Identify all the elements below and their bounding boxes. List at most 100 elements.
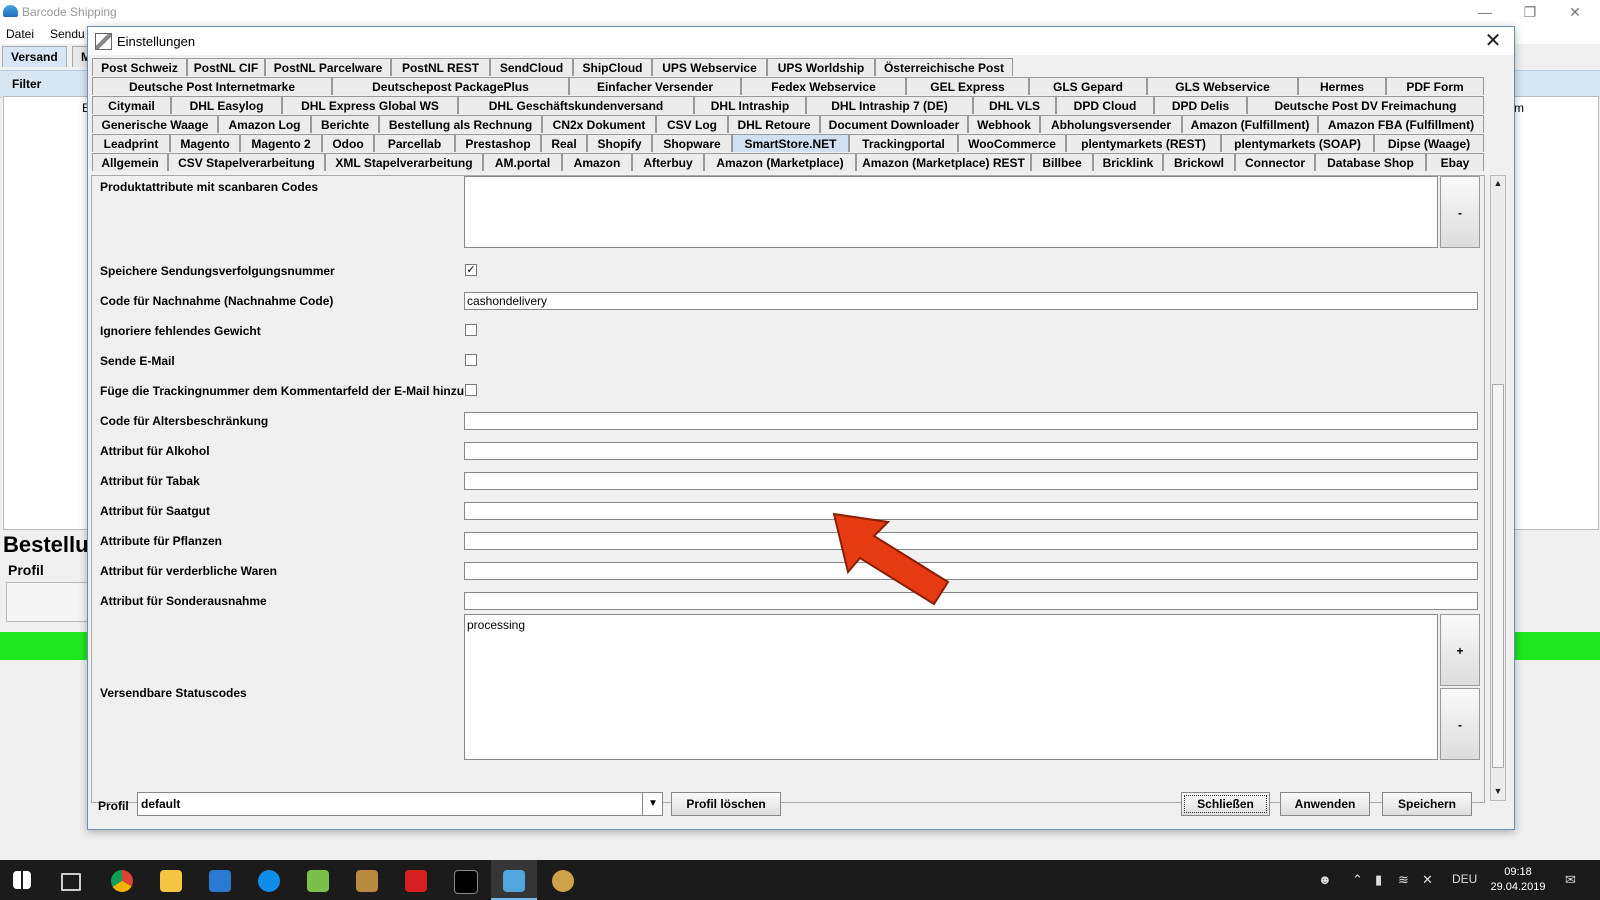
profil-loeschen-button[interactable]: Profil löschen (671, 792, 781, 816)
tab-hermes[interactable]: Hermes (1298, 77, 1386, 95)
tab-database-shop[interactable]: Database Shop (1315, 153, 1426, 171)
tab-oesterreichische-post[interactable]: Österreichische Post (875, 58, 1013, 76)
pflanzen-input[interactable] (464, 532, 1478, 550)
profil-select[interactable]: default ▼ (137, 792, 663, 816)
tab-dipse-waage[interactable]: Dipse (Waage) (1374, 134, 1484, 152)
wifi-icon[interactable]: ≋ (1398, 872, 1409, 888)
trackingnummer-kommentar-checkbox[interactable] (465, 384, 477, 396)
tab-bestellung-als-rechnung[interactable]: Bestellung als Rechnung (379, 115, 542, 133)
tab-dhl-intraship-7[interactable]: DHL Intraship 7 (DE) (806, 96, 973, 114)
tab-odoo[interactable]: Odoo (322, 134, 374, 152)
tab-ups-worldship[interactable]: UPS Worldship (767, 58, 875, 76)
tab-amazon-fulfillment[interactable]: Amazon (Fulfillment) (1182, 115, 1318, 133)
nachnahme-code-input[interactable]: cashondelivery (464, 292, 1478, 310)
menu-datei[interactable]: Datei (6, 27, 34, 41)
tab-dhl-express-global-ws[interactable]: DHL Express Global WS (282, 96, 458, 114)
tab-trackingportal[interactable]: Trackingportal (849, 134, 958, 152)
tab-billbee[interactable]: Billbee (1031, 153, 1093, 171)
tab-plentymarkets-rest[interactable]: plentymarkets (REST) (1066, 134, 1221, 152)
statuscodes-list[interactable]: processing (464, 614, 1438, 760)
tab-leadprint[interactable]: Leadprint (92, 134, 170, 152)
app-tab-versand[interactable]: Versand (2, 46, 67, 67)
tab-sendcloud[interactable]: SendCloud (490, 58, 573, 76)
altersbeschraenkung-input[interactable] (464, 412, 1478, 430)
tab-einfacher-versender[interactable]: Einfacher Versender (569, 77, 741, 95)
tab-xml-stapelverarbeitung[interactable]: XML Stapelverarbeitung (325, 153, 483, 171)
tab-allgemein[interactable]: Allgemein (92, 153, 168, 171)
settings-scrollbar[interactable]: ▲ ▼ (1490, 175, 1506, 801)
tab-shopware[interactable]: Shopware (652, 134, 732, 152)
language-indicator[interactable]: DEU (1452, 872, 1477, 886)
tab-postnl-rest[interactable]: PostNL REST (391, 58, 490, 76)
tab-berichte[interactable]: Berichte (311, 115, 379, 133)
task-view-icon[interactable] (61, 873, 81, 891)
tab-parcellab[interactable]: Parcellab (374, 134, 455, 152)
anwenden-button[interactable]: Anwenden (1280, 792, 1370, 816)
tab-amazon-fba-fulfillment[interactable]: Amazon FBA (Fulfillment) (1318, 115, 1484, 133)
tab-post-schweiz[interactable]: Post Schweiz (92, 58, 187, 76)
tabak-input[interactable] (464, 472, 1478, 490)
tab-dpd-cloud[interactable]: DPD Cloud (1056, 96, 1154, 114)
tab-fedex-webservice[interactable]: Fedex Webservice (741, 77, 906, 95)
file-explorer-icon[interactable] (160, 870, 182, 892)
tab-deutsche-post-dv-freimachung[interactable]: Deutsche Post DV Freimachung (1247, 96, 1484, 114)
tab-dhl-easylog[interactable]: DHL Easylog (171, 96, 282, 114)
tab-citymail[interactable]: Citymail (92, 96, 171, 114)
paint-icon[interactable] (552, 870, 574, 892)
menu-sendungen[interactable]: Sendu (50, 27, 85, 41)
tab-deutsche-post-internetmarke[interactable]: Deutsche Post Internetmarke (92, 77, 332, 95)
tab-gls-webservice[interactable]: GLS Webservice (1147, 77, 1298, 95)
tab-abholungsversender[interactable]: Abholungsversender (1040, 115, 1182, 133)
tab-am-portal[interactable]: AM.portal (483, 153, 562, 171)
tab-shopify[interactable]: Shopify (587, 134, 652, 152)
produktattribute-list[interactable] (464, 176, 1438, 248)
speichere-sendungsverfolgung-checkbox[interactable]: ✓ (465, 264, 477, 276)
sonderausnahme-input[interactable] (464, 592, 1478, 610)
tab-real[interactable]: Real (541, 134, 587, 152)
ignoriere-gewicht-checkbox[interactable] (465, 324, 477, 336)
tab-shipcloud[interactable]: ShipCloud (573, 58, 652, 76)
scroll-up-icon[interactable]: ▲ (1493, 178, 1503, 188)
schliessen-button[interactable]: Schließen (1181, 792, 1270, 816)
tab-prestashop[interactable]: Prestashop (455, 134, 541, 152)
app-close-icon[interactable]: ✕ (1555, 2, 1595, 22)
chevron-up-icon[interactable]: ⌃ (1352, 872, 1363, 888)
volume-muted-icon[interactable]: ✕ (1422, 872, 1433, 888)
tab-connector[interactable]: Connector (1235, 153, 1315, 171)
tab-deutschepost-packageplus[interactable]: Deutschepost PackagePlus (332, 77, 569, 95)
tab-amazon-marketplace-rest[interactable]: Amazon (Marketplace) REST (856, 153, 1031, 171)
tab-postnl-parcelware[interactable]: PostNL Parcelware (265, 58, 391, 76)
tab-postnl-cif[interactable]: PostNL CIF (187, 58, 265, 76)
tab-ups-webservice[interactable]: UPS Webservice (652, 58, 767, 76)
teamviewer-icon[interactable] (258, 870, 280, 892)
notepad-icon[interactable] (307, 870, 329, 892)
tab-bricklink[interactable]: Bricklink (1093, 153, 1163, 171)
tab-generische-waage[interactable]: Generische Waage (92, 115, 218, 133)
tab-dhl-vls[interactable]: DHL VLS (973, 96, 1056, 114)
tab-cn2x-dokument[interactable]: CN2x Dokument (542, 115, 656, 133)
terminal-icon[interactable] (454, 870, 478, 894)
saatgut-input[interactable] (464, 502, 1478, 520)
tab-dhl-retoure[interactable]: DHL Retoure (728, 115, 820, 133)
battery-icon[interactable]: ▮ (1375, 872, 1382, 888)
remove-statuscode-button[interactable]: - (1440, 688, 1480, 760)
pdf-reader-icon[interactable] (405, 870, 427, 892)
close-icon[interactable]: ✕ (1480, 29, 1506, 53)
tab-amazon-marketplace[interactable]: Amazon (Marketplace) (704, 153, 856, 171)
tab-plentymarkets-soap[interactable]: plentymarkets (SOAP) (1221, 134, 1374, 152)
add-statuscode-button[interactable]: + (1440, 614, 1480, 686)
restore-icon[interactable]: ❐ (1510, 2, 1550, 22)
minimize-icon[interactable]: — (1465, 2, 1505, 22)
tab-document-downloader[interactable]: Document Downloader (820, 115, 968, 133)
chevron-down-icon[interactable]: ▼ (642, 793, 663, 815)
remove-attribute-button[interactable]: - (1440, 176, 1480, 248)
vscode-icon[interactable] (209, 870, 231, 892)
notifications-icon[interactable]: ✉ (1565, 872, 1576, 888)
clock[interactable]: 09:18 29.04.2019 (1483, 865, 1553, 895)
package-icon[interactable] (356, 870, 378, 892)
tab-brickowl[interactable]: Brickowl (1163, 153, 1235, 171)
tab-dhl-intraship[interactable]: DHL Intraship (694, 96, 806, 114)
tab-webhook[interactable]: Webhook (968, 115, 1040, 133)
alkohol-input[interactable] (464, 442, 1478, 460)
tab-ebay[interactable]: Ebay (1426, 153, 1484, 171)
